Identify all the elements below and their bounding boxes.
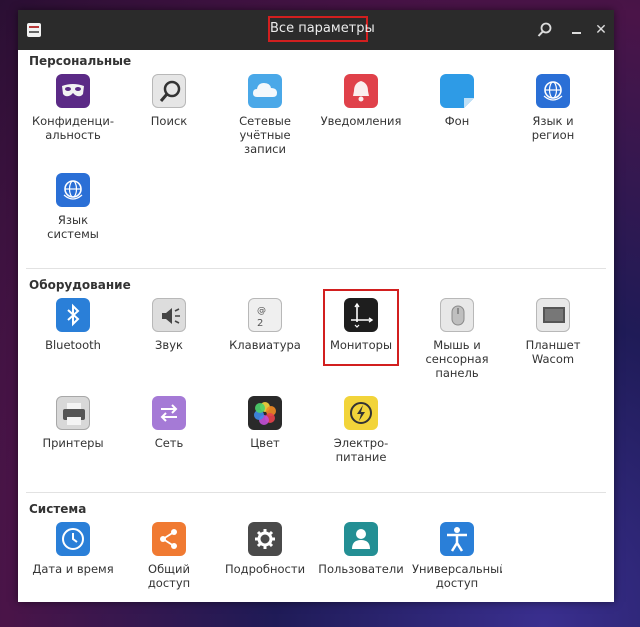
accessibility-icon xyxy=(440,522,474,556)
item-label: Язык и регион xyxy=(531,114,575,142)
minimize-button[interactable] xyxy=(568,21,586,39)
item-label: Универсальный доступ xyxy=(412,562,502,590)
item-label: Сеть xyxy=(154,436,184,450)
search-icon xyxy=(537,22,552,37)
item-displays[interactable]: Мониторы xyxy=(316,298,406,352)
cloud-icon xyxy=(248,74,282,108)
item-label: Мышь и сенсорная панель xyxy=(425,338,489,380)
color-wheel-icon xyxy=(248,396,282,430)
bluetooth-icon xyxy=(56,298,90,332)
globe-icon xyxy=(536,74,570,108)
item-label: Поиск xyxy=(150,114,188,128)
close-button[interactable]: ✕ xyxy=(592,21,610,39)
item-online-accounts[interactable]: Сетевые учётные записи xyxy=(220,74,310,156)
titlebar: Все параметры ✕ xyxy=(18,10,614,50)
keyboard-key-icon: @2 xyxy=(248,298,282,332)
display-icon xyxy=(344,298,378,332)
tablet-icon xyxy=(536,298,570,332)
user-icon xyxy=(344,522,378,556)
item-label: Конфиденци- альность xyxy=(31,114,115,142)
printer-icon xyxy=(56,396,90,430)
item-privacy[interactable]: Конфиденци- альность xyxy=(28,74,118,142)
item-label: Цвет xyxy=(250,436,280,450)
item-label: Общий доступ xyxy=(147,562,191,590)
section-personal-title: Персональные xyxy=(29,54,132,68)
svg-text:2: 2 xyxy=(257,318,263,329)
section-system-title: Система xyxy=(29,502,87,516)
item-color[interactable]: Цвет xyxy=(220,396,310,450)
item-bluetooth[interactable]: Bluetooth xyxy=(28,298,118,352)
item-label: Пользователи xyxy=(318,562,404,576)
gear-icon xyxy=(248,522,282,556)
item-date-time[interactable]: Дата и время xyxy=(28,522,118,576)
globe-icon xyxy=(56,173,90,207)
item-label: Язык системы xyxy=(47,213,99,241)
item-label: Мониторы xyxy=(329,338,393,352)
mask-icon xyxy=(56,74,90,108)
item-label: Фон xyxy=(444,114,470,128)
item-label: Сетевые учётные записи xyxy=(239,114,291,156)
item-printers[interactable]: Принтеры xyxy=(28,396,118,450)
wallpaper-icon xyxy=(440,74,474,108)
section-separator xyxy=(26,492,606,493)
item-system-language[interactable]: Язык системы xyxy=(28,173,118,241)
bell-icon xyxy=(344,74,378,108)
lightning-icon xyxy=(344,396,378,430)
item-label: Bluetooth xyxy=(45,338,101,352)
item-power[interactable]: Электро- питание xyxy=(316,396,406,464)
item-label: Уведомления xyxy=(320,114,402,128)
item-mouse-touchpad[interactable]: Мышь и сенсорная панель xyxy=(412,298,502,380)
speaker-icon xyxy=(152,298,186,332)
item-label: Подробности xyxy=(224,562,306,576)
item-wacom[interactable]: Планшет Wacom xyxy=(508,298,598,366)
item-label: Клавиатура xyxy=(229,338,301,352)
search-button[interactable] xyxy=(536,21,554,39)
section-hardware-title: Оборудование xyxy=(29,278,131,292)
item-background[interactable]: Фон xyxy=(412,74,502,128)
settings-window: Все параметры ✕ Персональные Конфиденци-… xyxy=(18,10,614,602)
settings-app-icon xyxy=(27,23,41,37)
item-label: Принтеры xyxy=(42,436,104,450)
item-search[interactable]: Поиск xyxy=(124,74,214,128)
item-sound[interactable]: Звук xyxy=(124,298,214,352)
item-network[interactable]: Сеть xyxy=(124,396,214,450)
item-details[interactable]: Подробности xyxy=(220,522,310,576)
window-title: Все параметры xyxy=(268,16,375,42)
item-notifications[interactable]: Уведомления xyxy=(316,74,406,128)
mouse-icon xyxy=(440,298,474,332)
magnifier-icon xyxy=(152,74,186,108)
item-label: Дата и время xyxy=(32,562,114,576)
share-icon xyxy=(152,522,186,556)
item-label: Звук xyxy=(155,338,183,352)
item-users[interactable]: Пользователи xyxy=(316,522,406,576)
network-arrows-icon xyxy=(152,396,186,430)
item-language-region[interactable]: Язык и регион xyxy=(508,74,598,142)
svg-text:@: @ xyxy=(257,306,266,316)
item-universal-access[interactable]: Универсальный доступ xyxy=(412,522,502,590)
item-keyboard[interactable]: @2 Клавиатура xyxy=(220,298,310,352)
clock-icon xyxy=(56,522,90,556)
item-label: Электро- питание xyxy=(333,436,389,464)
item-label: Планшет Wacom xyxy=(525,338,581,366)
item-sharing[interactable]: Общий доступ xyxy=(124,522,214,590)
section-separator xyxy=(26,268,606,269)
